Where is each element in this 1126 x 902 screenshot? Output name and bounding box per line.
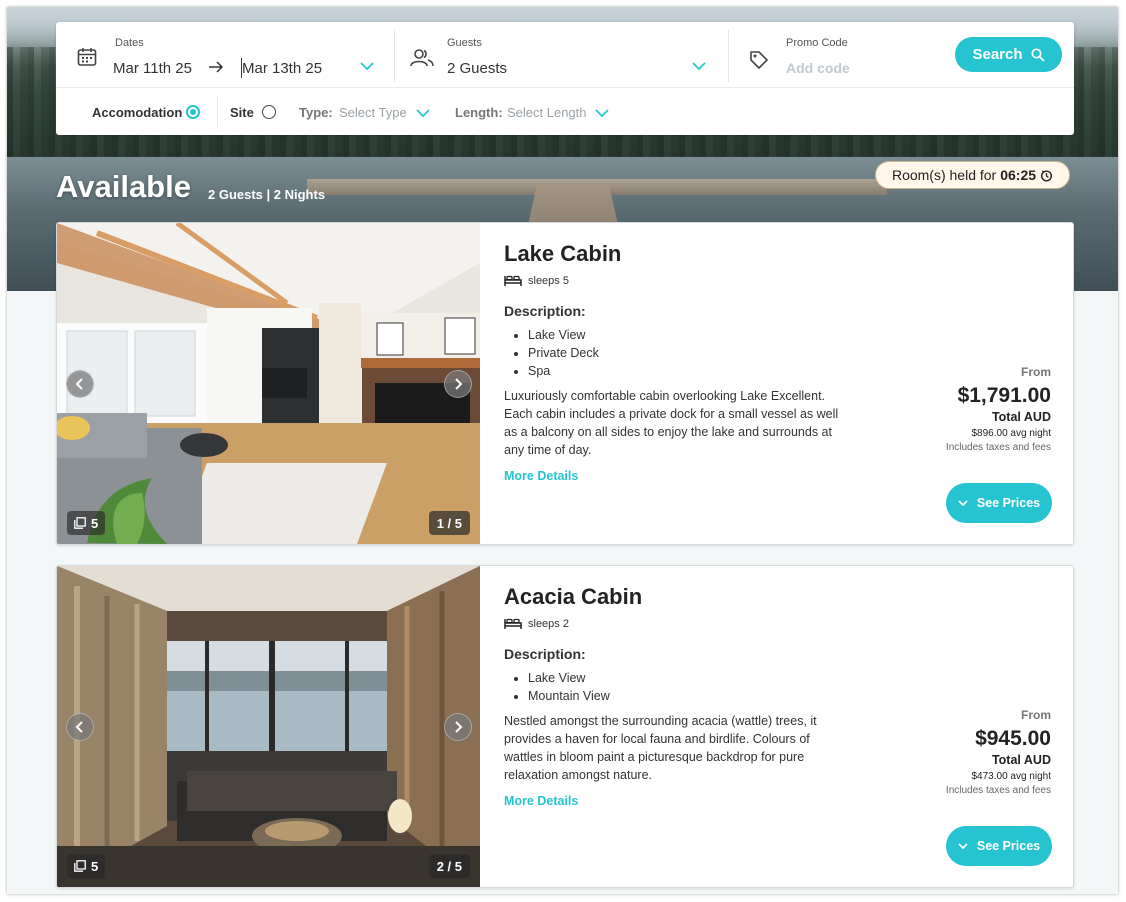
price-currency: Total AUD [991,410,1051,424]
gallery-icon [74,517,86,529]
listing-capacity: sleeps 2 [504,617,569,630]
price-currency: Total AUD [991,753,1051,767]
hold-timer-value: 06:25 [1000,167,1037,183]
next-photo-button[interactable] [444,713,472,741]
feature-item: Mountain View [528,687,610,705]
listing-description: Nestled amongst the surrounding acacia (… [504,714,817,782]
guests-select[interactable]: 2 Guests [447,60,507,77]
tag-icon [750,51,768,69]
listing-title: Acacia Cabin [504,584,643,609]
site-radio[interactable] [262,105,276,119]
listing-card: 5 1 / 5 Lake Cabin sleeps 5 Description:… [56,222,1074,545]
photo-count: 5 [91,858,99,874]
accommodation-radio[interactable] [186,105,200,119]
feature-item: Lake View [528,669,610,687]
price-from-label: From [1021,708,1051,722]
promo-label: Promo Code [786,37,848,49]
total-price: $945.00 [975,727,1051,750]
price-block: From $1,791.00 Total AUD $896.00 avg nig… [946,365,1051,456]
cabin-interior-photo [57,566,480,887]
more-details-link[interactable]: More Details [504,469,578,483]
chevron-left-icon [75,378,83,390]
fees-note: Includes taxes and fees [945,442,1051,453]
prev-photo-button[interactable] [66,713,94,741]
feature-list: Lake View Private Deck Spa [528,326,599,380]
calendar-icon [77,48,97,66]
timer-icon [1041,169,1053,181]
prev-photo-button[interactable] [66,370,94,398]
fees-note: Includes taxes and fees [945,785,1051,796]
photo-count: 5 [91,515,99,531]
see-prices-label: See Prices [976,839,1041,853]
listing-card: 5 2 / 5 Acacia Cabin sleeps 2 Descriptio… [56,565,1074,888]
chevron-right-icon [455,721,463,733]
accommodation-option-label: Accomodation [92,105,183,120]
listing-title: Lake Cabin [504,241,622,266]
guests-icon [410,49,434,67]
guests-chevron-down-icon[interactable] [692,62,706,71]
feature-list: Lake View Mountain View [528,669,610,705]
bed-icon [504,275,522,286]
photo-gallery-button[interactable]: 5 [67,854,106,878]
see-prices-label: See Prices [976,496,1041,510]
arrow-right-icon [209,61,224,73]
guests-label: Guests [447,37,482,49]
price-from-label: From [1021,365,1051,379]
search-panel: Dates Mar 11th 25 Mar 13th 25 Guests 2 G… [56,22,1074,135]
description-heading: Description: [504,646,586,662]
check-in-date[interactable]: Mar 11th 25 [113,60,192,77]
available-heading: Available [56,169,191,204]
dates-chevron-down-icon[interactable] [360,62,374,71]
booking-page: Dates Mar 11th 25 Mar 13th 25 Guests 2 G… [7,7,1118,894]
see-prices-button[interactable]: See Prices [946,826,1052,866]
hold-timer-label: Room(s) held for [891,167,997,183]
site-option-label: Site [230,105,254,120]
type-chevron-down-icon[interactable] [416,109,430,118]
length-label: Length: [455,105,503,120]
sleeps-text: sleeps 5 [528,274,569,287]
more-details-link[interactable]: More Details [504,794,578,808]
listing-photo[interactable]: 5 1 / 5 [57,223,480,544]
chevron-down-icon [958,842,968,849]
search-icon [1030,47,1045,62]
price-block: From $945.00 Total AUD $473.00 avg night… [946,708,1051,799]
listing-description: Luxuriously comfortable cabin overlookin… [504,389,839,457]
avg-night-price: $896.00 avg night [971,428,1051,439]
type-select[interactable]: Select Type [339,105,407,120]
listing-photo[interactable]: 5 2 / 5 [57,566,480,887]
sleeps-text: sleeps 2 [528,617,569,630]
feature-item: Spa [528,362,599,380]
dates-label: Dates [115,37,144,49]
search-button-label: Search [972,46,1023,63]
next-photo-button[interactable] [444,370,472,398]
length-chevron-down-icon[interactable] [595,109,609,118]
chevron-left-icon [75,721,83,733]
see-prices-button[interactable]: See Prices [946,483,1052,523]
photo-index: 1 / 5 [428,511,470,535]
photo-index: 2 / 5 [428,854,470,878]
feature-item: Lake View [528,326,599,344]
cabin-interior-photo [57,223,480,544]
avg-night-price: $473.00 avg night [971,771,1051,782]
photo-gallery-button[interactable]: 5 [67,511,106,535]
promo-code-input[interactable]: Add code [786,60,850,76]
bed-icon [504,618,522,629]
type-label: Type: [299,105,333,120]
gallery-icon [74,860,86,872]
description-heading: Description: [504,303,586,319]
room-hold-timer: Room(s) held for 06:25 [875,161,1070,189]
search-button[interactable]: Search [955,37,1062,72]
check-out-date[interactable]: Mar 13th 25 [242,60,322,77]
chevron-down-icon [958,499,968,506]
length-select[interactable]: Select Length [507,105,587,120]
feature-item: Private Deck [528,344,599,362]
stay-summary: 2 Guests | 2 Nights [208,187,326,202]
chevron-right-icon [455,378,463,390]
total-price: $1,791.00 [957,384,1051,407]
listing-capacity: sleeps 5 [504,274,569,287]
